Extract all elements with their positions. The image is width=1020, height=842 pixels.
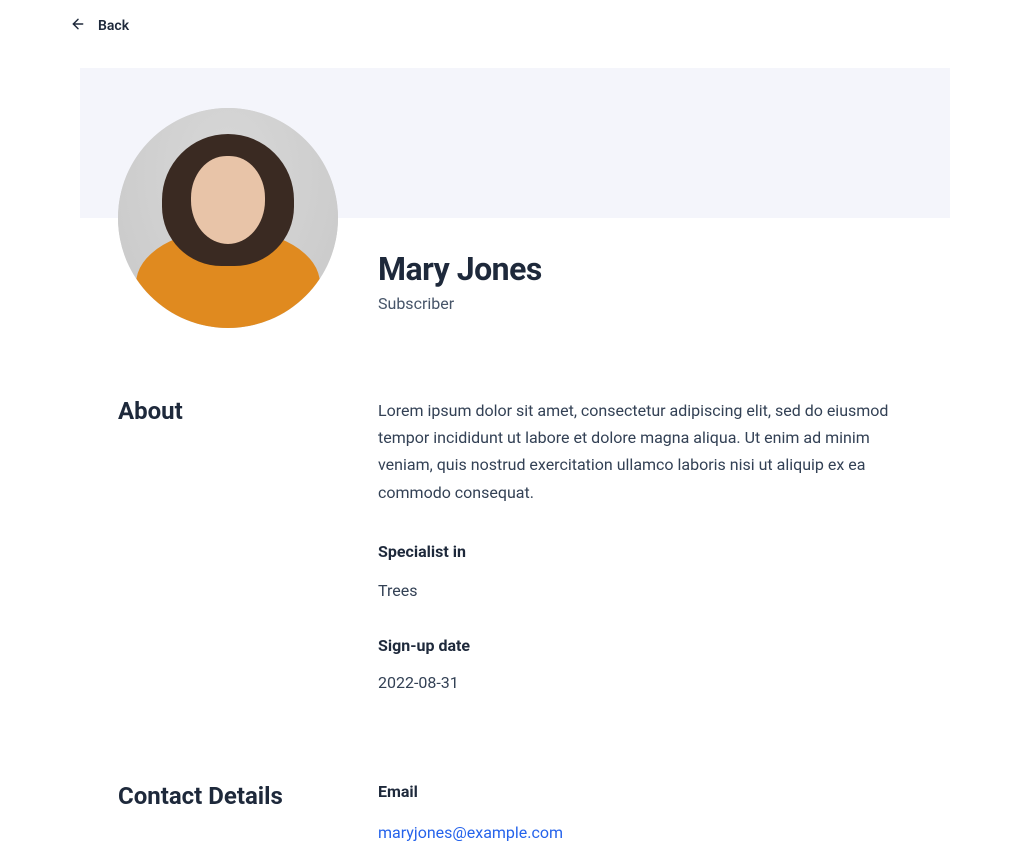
profile-role: Subscriber [378,294,950,313]
email-link[interactable]: maryjones@example.com [378,823,563,842]
about-description: Lorem ipsum dolor sit amet, consectetur … [378,397,920,506]
specialist-value: Trees [378,581,920,600]
avatar [118,108,338,328]
email-label: Email [378,782,920,801]
about-section: About Lorem ipsum dolor sit amet, consec… [80,397,950,692]
profile-container: Mary Jones Subscriber About Lorem ipsum … [80,68,950,842]
profile-name: Mary Jones [378,250,950,288]
header-banner [80,68,950,218]
contact-section: Contact Details Email maryjones@example.… [80,782,950,842]
contact-title: Contact Details [118,782,378,842]
specialist-label: Specialist in [378,542,920,561]
signup-value: 2022-08-31 [378,673,920,692]
back-label: Back [98,18,129,34]
about-title: About [118,397,378,692]
signup-label: Sign-up date [378,636,920,655]
back-button[interactable]: Back [0,0,1020,52]
contact-body: Email maryjones@example.com [378,782,950,842]
about-body: Lorem ipsum dolor sit amet, consectetur … [378,397,950,692]
arrow-left-icon [70,16,86,36]
